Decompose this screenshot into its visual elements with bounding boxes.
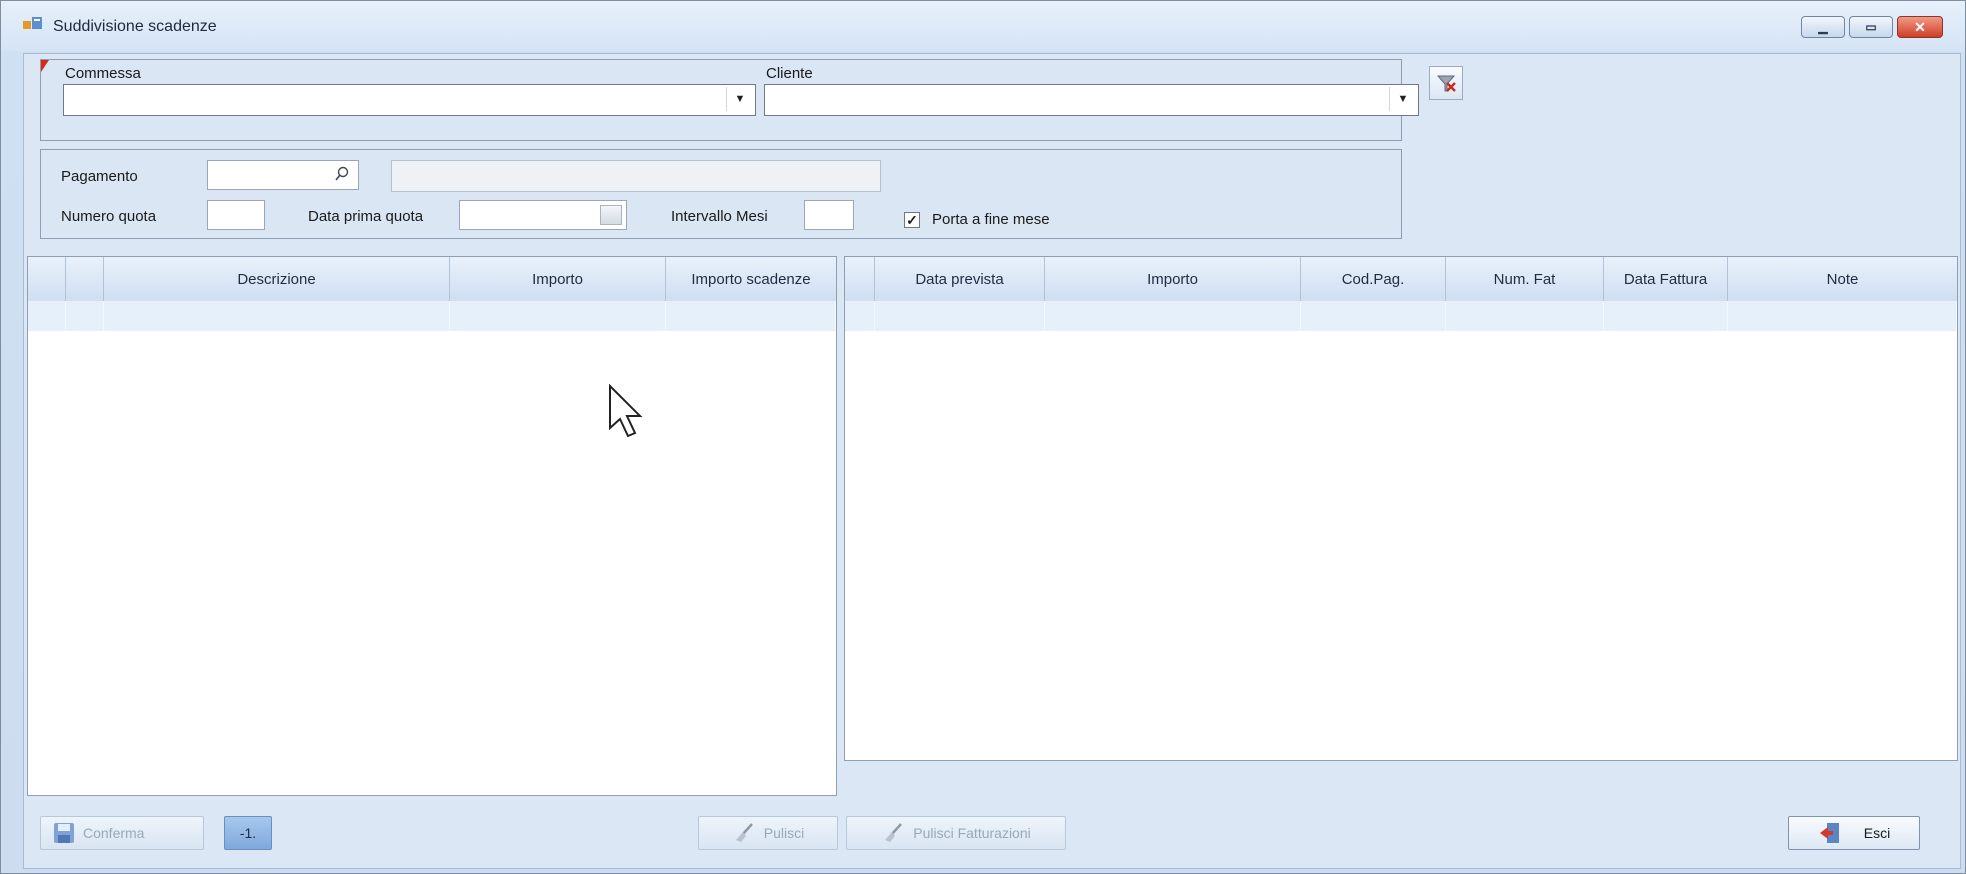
required-marker [41,60,49,72]
commessa-label: Commessa [65,65,141,82]
title-bar[interactable]: Suddivisione scadenze ▁ ▭ ✕ [1,1,1965,51]
intervallo-mesi-input[interactable] [804,200,854,230]
conferma-label: Conferma [83,825,145,841]
calendar-icon[interactable] [600,205,622,225]
minimize-button[interactable]: ▁ [1801,16,1845,38]
restore-icon: ▭ [1865,20,1877,34]
porta-fine-mese-checkbox[interactable]: ✓ [904,212,920,228]
select-column-header [66,257,104,301]
col-importo[interactable]: Importo [1045,257,1301,301]
row-header [28,301,66,331]
pulisci-fatturazioni-button[interactable]: Pulisci Fatturazioni [846,816,1066,850]
table-cell[interactable] [1446,301,1604,331]
numero-quota-input[interactable] [207,200,265,230]
commessa-combo[interactable]: ▼ [63,84,756,116]
table-cell[interactable] [104,301,450,331]
minus-one-label: -1. [239,825,257,841]
mouse-pointer-icon [609,384,643,438]
intervallo-mesi-label: Intervallo Mesi [671,208,768,225]
filter-group: Commessa ▼ Cliente ▼ [40,59,1419,141]
pagamento-input[interactable] [207,160,359,190]
minus-one-button[interactable]: -1. [224,816,272,850]
chevron-down-icon[interactable]: ▼ [1389,87,1416,111]
form-client-area: Commessa ▼ Cliente ▼ Pagamento Numero qu… [23,53,1961,869]
pulisci-fatturazioni-label: Pulisci Fatturazioni [913,825,1031,841]
main-window: Suddivisione scadenze ▁ ▭ ✕ Commessa ▼ C… [0,0,1966,874]
conferma-button[interactable]: Conferma [40,816,204,850]
left-grid-header: Descrizione Importo Importo scadenze [28,257,836,302]
right-grid-header: Data prevista Importo Cod.Pag. Num. Fat … [845,257,1957,302]
search-icon[interactable] [334,166,350,182]
close-icon: ✕ [1914,18,1926,35]
col-descrizione[interactable]: Descrizione [104,257,450,301]
col-num-fat[interactable]: Num. Fat [1446,257,1604,301]
cliente-label: Cliente [766,65,813,82]
row-header-cell [28,257,66,301]
pagamento-label: Pagamento [61,168,138,185]
esci-label: Esci [1863,825,1891,841]
pulisci-button[interactable]: Pulisci [698,816,838,850]
window-title: Suddivisione scadenze [53,18,217,35]
row-header [845,301,875,331]
col-importo[interactable]: Importo [450,257,666,301]
data-prima-quota-input[interactable] [459,200,627,230]
col-importo-scadenze[interactable]: Importo scadenze [666,257,836,301]
right-grid-new-row[interactable] [845,301,1957,331]
table-cell[interactable] [1604,301,1728,331]
app-icon [23,17,42,29]
left-grid[interactable]: Descrizione Importo Importo scadenze [27,256,837,796]
row-header-cell [845,257,875,301]
close-button[interactable]: ✕ [1897,16,1943,38]
window-controls: ▁ ▭ ✕ [1801,16,1943,38]
col-cod-pag[interactable]: Cod.Pag. [1301,257,1446,301]
col-note[interactable]: Note [1728,257,1957,301]
table-cell[interactable] [1045,301,1301,331]
exit-door-icon [1819,823,1839,843]
clear-filter-button[interactable] [1429,66,1463,100]
broom-icon [735,823,753,842]
col-data-fattura[interactable]: Data Fattura [1604,257,1728,301]
table-cell[interactable] [1728,301,1957,331]
table-cell[interactable] [66,301,104,331]
save-icon [54,823,74,843]
table-cell[interactable] [1301,301,1446,331]
right-grid[interactable]: Data prevista Importo Cod.Pag. Num. Fat … [844,256,1958,761]
table-cell[interactable] [666,301,836,331]
clear-filter-icon [1436,75,1456,92]
numero-quota-label: Numero quota [61,208,157,225]
table-cell[interactable] [875,301,1045,331]
payment-group: Pagamento Numero quota Data prima quota [40,149,1402,239]
col-data-prevista[interactable]: Data prevista [875,257,1045,301]
maximize-button[interactable]: ▭ [1849,16,1893,38]
pagamento-description [391,160,881,192]
broom-icon [885,823,903,842]
cliente-combo[interactable]: ▼ [764,84,1419,116]
porta-fine-mese-label: Porta a fine mese [932,211,1050,228]
minimize-icon: ▁ [1818,20,1828,34]
esci-button[interactable]: Esci [1788,816,1920,850]
bottom-toolbar: Conferma -1. Pulisci Pulisci Fatturazion… [24,804,1960,870]
table-cell[interactable] [450,301,666,331]
left-grid-new-row[interactable] [28,301,836,331]
pulisci-label: Pulisci [763,825,805,841]
data-prima-quota-label: Data prima quota [308,208,424,225]
chevron-down-icon[interactable]: ▼ [726,87,753,111]
